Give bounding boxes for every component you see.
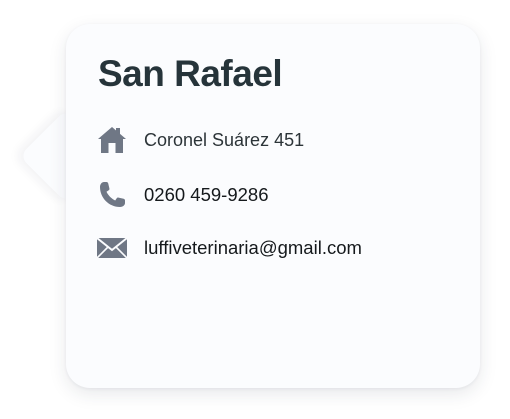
email-row: luffiveterinaria@gmail.com: [96, 232, 362, 264]
phone-icon: [96, 179, 128, 211]
location-title: San Rafael: [98, 53, 283, 94]
address-text: Coronel Suárez 451: [144, 130, 305, 150]
email-link[interactable]: luffiveterinaria@gmail.com: [144, 236, 362, 260]
envelope-icon: [96, 232, 128, 264]
home-icon: [96, 124, 128, 156]
location-card-stage: San Rafael Coronel Suárez 451 0260 459-9…: [0, 0, 510, 419]
phone-link[interactable]: 0260 459-9286: [144, 183, 268, 207]
address-row: Coronel Suárez 451: [96, 124, 304, 156]
phone-row: 0260 459-9286: [96, 179, 268, 211]
